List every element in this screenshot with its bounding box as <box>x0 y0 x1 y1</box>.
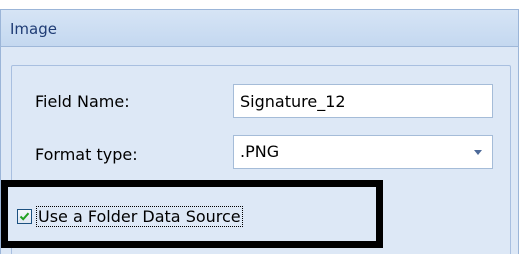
panel-title: Image <box>10 20 57 38</box>
checkmark-icon <box>19 212 30 221</box>
use-folder-data-source-checkbox[interactable] <box>17 208 32 224</box>
panel-header: Image <box>0 9 519 47</box>
field-name-label: Field Name: <box>35 92 130 111</box>
format-type-dropdown[interactable]: .PNG <box>233 135 493 169</box>
use-folder-data-source-label[interactable]: Use a Folder Data Source <box>36 205 243 227</box>
field-name-input[interactable]: Signature_12 <box>233 84 493 118</box>
use-folder-data-source-option[interactable]: Use a Folder Data Source <box>17 205 243 227</box>
image-properties-panel: Image Field Name: Signature_12 Format ty… <box>0 0 519 254</box>
format-type-value: .PNG <box>240 142 280 161</box>
dropdown-arrow-icon[interactable] <box>474 150 482 155</box>
format-type-label: Format type: <box>35 145 138 164</box>
